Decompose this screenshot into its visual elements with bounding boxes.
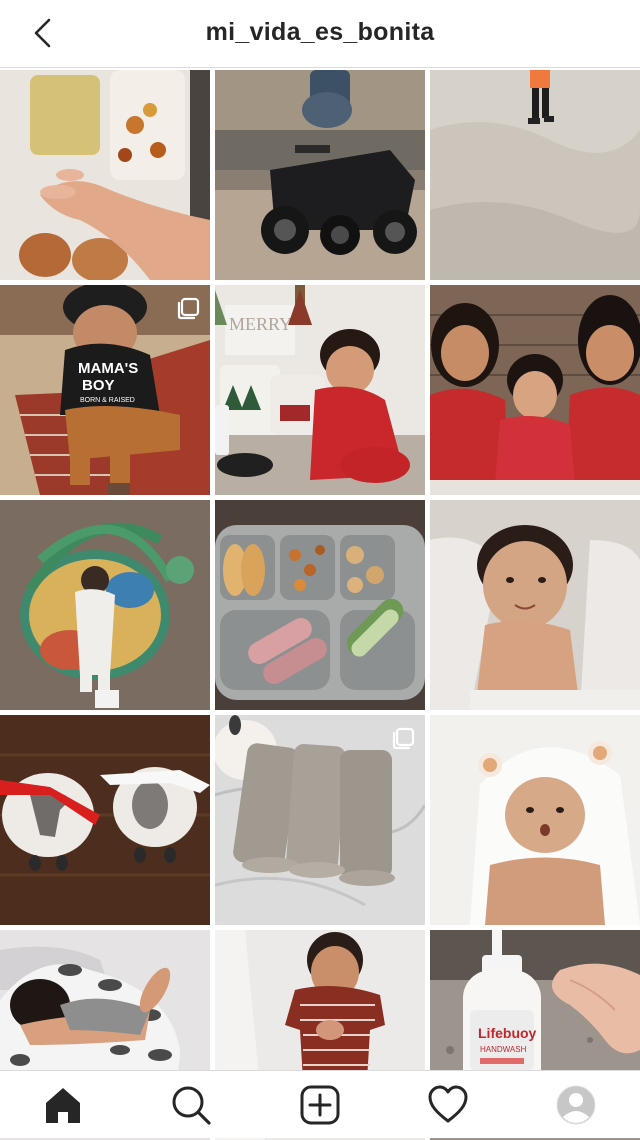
post-thumbnail[interactable] — [215, 70, 425, 280]
shirt-text-line2: BOY — [82, 377, 115, 394]
post-thumbnail[interactable] — [215, 500, 425, 710]
tab-profile[interactable] — [554, 1083, 598, 1127]
bottle-brand-text: Lifebuoy — [478, 1025, 537, 1041]
shirt-text-line1: MAMA'S — [78, 360, 138, 377]
heart-icon — [428, 1085, 468, 1123]
post-thumbnail[interactable] — [430, 715, 640, 925]
post-thumbnail[interactable]: MAMA'S BOY BORN & RAISED — [0, 285, 210, 495]
sign-text: MERRY — [229, 314, 292, 334]
post-thumbnail[interactable]: MERRY — [215, 285, 425, 495]
tab-home[interactable] — [41, 1083, 85, 1127]
search-icon — [172, 1086, 211, 1125]
tab-search[interactable] — [169, 1083, 213, 1127]
profile-username-title: mi_vida_es_bonita — [205, 18, 435, 46]
post-image — [430, 70, 640, 280]
post-thumbnail[interactable] — [430, 500, 640, 710]
post-image — [430, 500, 640, 710]
bottle-label-text: HANDWASH — [480, 1045, 527, 1054]
posts-grid: MAMA'S BOY BORN & RAISED MERRY Lifebuoy … — [0, 70, 640, 1140]
post-image — [430, 285, 640, 495]
post-thumbnail[interactable] — [430, 285, 640, 495]
post-image — [430, 715, 640, 925]
multiple-photos-icon — [177, 297, 200, 320]
tab-activity[interactable] — [426, 1083, 470, 1127]
shirt-text-line3: BORN & RAISED — [80, 397, 135, 404]
tab-new-post[interactable] — [298, 1083, 342, 1127]
new-post-icon — [300, 1085, 340, 1125]
post-image — [0, 500, 210, 710]
multiple-photos-icon — [392, 727, 415, 750]
post-image — [0, 715, 210, 925]
bottom-tab-bar — [0, 1070, 640, 1138]
profile-avatar-icon — [556, 1085, 596, 1125]
post-thumbnail[interactable] — [0, 500, 210, 710]
post-thumbnail[interactable] — [0, 70, 210, 280]
post-thumbnail[interactable] — [430, 70, 640, 280]
post-thumbnail[interactable] — [215, 715, 425, 925]
post-image — [215, 70, 425, 280]
post-image: MERRY — [215, 285, 425, 495]
top-bar: mi_vida_es_bonita — [0, 0, 640, 68]
post-thumbnail[interactable] — [0, 715, 210, 925]
home-icon — [46, 1088, 80, 1123]
post-image — [215, 500, 425, 710]
post-image — [0, 70, 210, 280]
